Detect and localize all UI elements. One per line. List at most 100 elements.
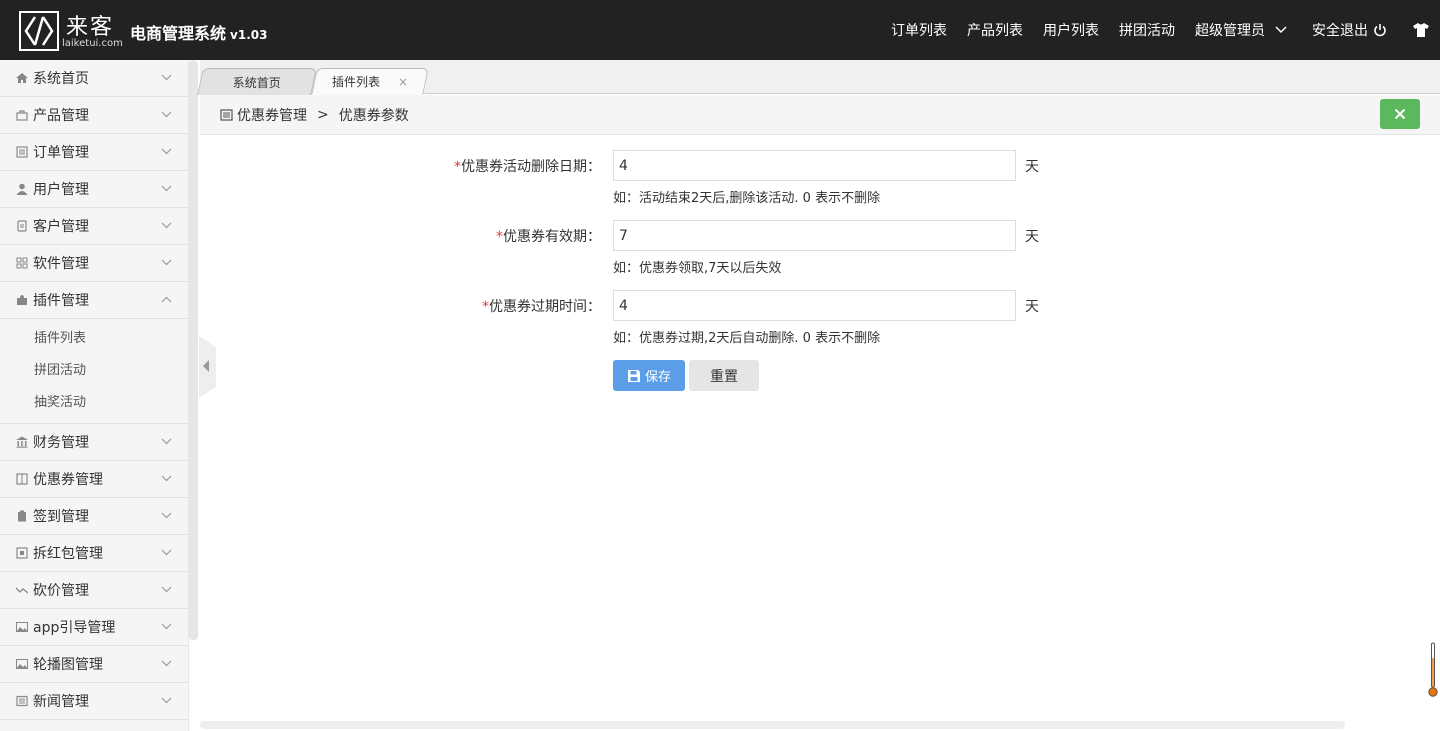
admin-menu[interactable]: 超级管理员: [1185, 20, 1302, 40]
nav-orders[interactable]: 订单列表: [881, 20, 957, 40]
tab-plugin-list[interactable]: 插件列表 ×: [311, 68, 429, 95]
sidebar-item-signin[interactable]: 签到管理: [0, 498, 188, 535]
sidebar-item-products[interactable]: 产品管理: [0, 97, 188, 134]
sidebar-item-label: 产品管理: [33, 108, 89, 124]
top-header: 来客 laiketui.com 电商管理系统 v1.03 订单列表 产品列表 用户…: [0, 0, 1440, 60]
image-icon: [16, 622, 28, 632]
sidebar-item-app-guide[interactable]: app引导管理: [0, 609, 188, 646]
sidebar-collapse-handle[interactable]: [199, 336, 216, 398]
chevron-down-icon: [161, 74, 172, 81]
sidebar-item-bargain[interactable]: 砍价管理: [0, 572, 188, 609]
horizontal-scrollbar[interactable]: [200, 721, 1345, 729]
field-label: *优惠券活动删除日期：: [454, 159, 601, 175]
nav-group-buy[interactable]: 拼团活动: [1109, 20, 1185, 40]
home-icon: [16, 73, 28, 83]
plugins-submenu: 插件列表 拼团活动 抽奖活动: [0, 319, 188, 424]
delete-days-input[interactable]: [613, 150, 1016, 181]
logo-text: 来客: [66, 15, 115, 40]
sidebar-item-home[interactable]: 系统首页: [0, 60, 188, 97]
unit-label: 天: [1025, 159, 1039, 175]
tab-bar: 系统首页 插件列表 ×: [197, 60, 1440, 95]
sidebar-item-label: 软件管理: [33, 256, 89, 272]
field-label: *优惠券有效期：: [496, 229, 601, 245]
sidebar: 系统首页 产品管理 订单管理 用户管理 客户管理 软件管理 插件管理 插件列表 …: [0, 60, 189, 731]
sidebar-item-label: 插件管理: [33, 293, 89, 309]
chevron-down-icon: [161, 697, 172, 704]
chevron-down-icon: [161, 259, 172, 266]
valid-days-input[interactable]: [613, 220, 1016, 251]
news-icon: [16, 695, 28, 707]
sidebar-scrollbar[interactable]: [189, 60, 198, 640]
clipboard-icon: [18, 510, 26, 522]
chevron-down-icon: [161, 185, 172, 192]
logout-label: 安全退出: [1312, 23, 1368, 39]
field-hint: 如：活动结束2天后,删除该活动. 0 表示不删除: [613, 191, 881, 206]
sidebar-item-label: 系统首页: [33, 71, 89, 87]
sidebar-item-label: 拆红包管理: [33, 546, 103, 562]
sidebar-item-customers[interactable]: 客户管理: [0, 208, 188, 245]
sidebar-item-label: 轮播图管理: [33, 657, 103, 673]
reset-button[interactable]: 重置: [689, 360, 759, 391]
top-nav: 订单列表 产品列表 用户列表 拼团活动 超级管理员 安全退出: [881, 0, 1440, 60]
nav-users[interactable]: 用户列表: [1033, 20, 1109, 40]
sidebar-subitem-plugin-list[interactable]: 插件列表: [0, 323, 188, 355]
sidebar-item-software[interactable]: 软件管理: [0, 245, 188, 282]
chevron-down-icon: [161, 438, 172, 445]
sidebar-item-label: 客户管理: [33, 219, 89, 235]
book-icon: [16, 473, 28, 485]
envelope-icon: [16, 547, 28, 559]
chevron-down-icon: [161, 475, 172, 482]
sidebar-item-coupons[interactable]: 优惠券管理: [0, 461, 188, 498]
field-hint: 如：优惠券过期,2天后自动删除. 0 表示不删除: [613, 331, 881, 346]
bag-icon: [16, 110, 28, 121]
nav-products[interactable]: 产品列表: [957, 20, 1033, 40]
chevron-up-icon: [161, 296, 172, 303]
caret-left-icon: [203, 360, 209, 372]
chevron-down-icon: [161, 549, 172, 556]
sidebar-item-label: 订单管理: [33, 145, 89, 161]
sidebar-item-finance[interactable]: 财务管理: [0, 424, 188, 461]
unit-label: 天: [1025, 299, 1039, 315]
sidebar-item-users[interactable]: 用户管理: [0, 171, 188, 208]
chevron-down-icon: [161, 660, 172, 667]
sidebar-item-red-envelope[interactable]: 拆红包管理: [0, 535, 188, 572]
sidebar-item-orders[interactable]: 订单管理: [0, 134, 188, 171]
list-icon: [16, 146, 28, 158]
chevron-down-icon: [161, 111, 172, 118]
sidebar-item-plugins[interactable]: 插件管理: [0, 282, 188, 319]
unit-label: 天: [1025, 229, 1039, 245]
save-label: 保存: [644, 370, 671, 385]
sidebar-subitem-group-buy[interactable]: 拼团活动: [0, 355, 188, 387]
sidebar-item-label: 优惠券管理: [33, 472, 103, 488]
user-icon: [16, 183, 28, 195]
theme-button[interactable]: [1397, 23, 1440, 37]
breadcrumb: 优惠券管理 > 优惠券参数: [200, 95, 1440, 135]
puzzle-icon: [17, 295, 27, 305]
close-page-button[interactable]: [1380, 99, 1420, 129]
tab-home[interactable]: 系统首页: [197, 68, 317, 95]
thermometer-icon: [1428, 642, 1438, 697]
sidebar-item-carousel[interactable]: 轮播图管理: [0, 646, 188, 683]
book-icon: [220, 108, 233, 121]
logo: [19, 11, 59, 51]
grid-icon: [16, 257, 28, 269]
power-icon: [1374, 24, 1386, 37]
save-button[interactable]: 保存: [613, 360, 685, 391]
chevron-down-icon: [161, 148, 172, 155]
sidebar-item-label: 砍价管理: [33, 583, 89, 599]
tab-close-icon[interactable]: ×: [398, 75, 408, 89]
expire-days-input[interactable]: [613, 290, 1016, 321]
sidebar-subitem-lottery[interactable]: 抽奖活动: [0, 387, 188, 419]
breadcrumb-parent[interactable]: 优惠券管理: [237, 105, 307, 125]
logout-button[interactable]: 安全退出: [1302, 20, 1397, 40]
trend-icon: [16, 587, 28, 594]
tshirt-icon: [1413, 23, 1429, 37]
field-label: *优惠券过期时间：: [482, 299, 601, 315]
breadcrumb-separator: >: [317, 106, 329, 123]
bank-icon: [16, 436, 28, 448]
sidebar-item-label: 签到管理: [33, 509, 89, 525]
app-version: v1.03: [230, 28, 268, 42]
chevron-down-icon: [161, 623, 172, 630]
sidebar-item-news[interactable]: 新闻管理: [0, 683, 188, 720]
breadcrumb-current: 优惠券参数: [338, 107, 409, 124]
